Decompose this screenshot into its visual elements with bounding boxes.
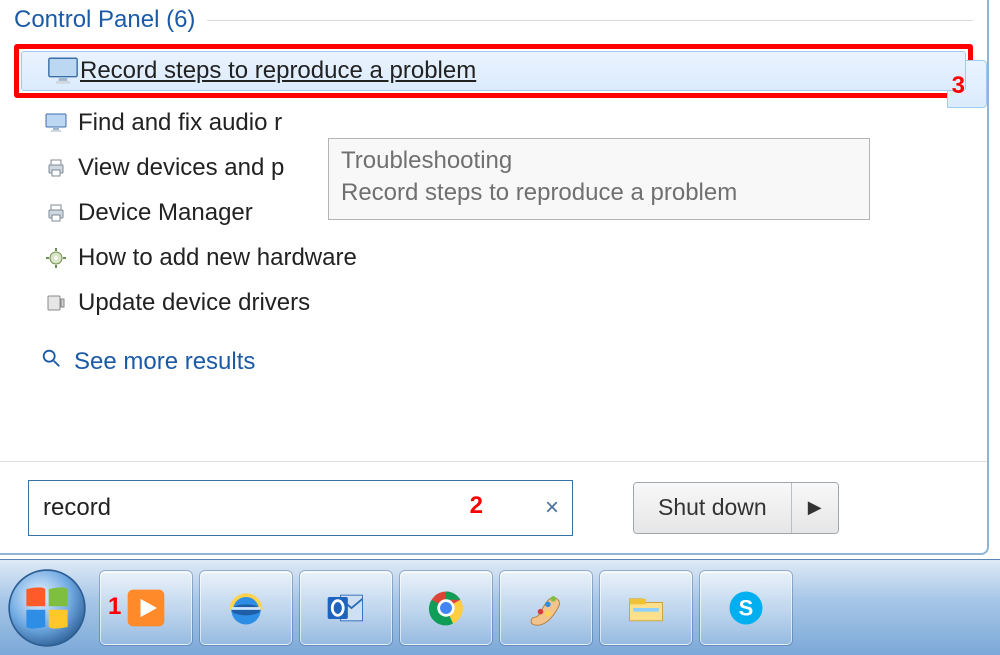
result-label: Find and fix audio r — [78, 109, 282, 137]
start-button[interactable] — [4, 565, 90, 651]
taskbar-skype[interactable]: S — [700, 571, 792, 645]
results-group-title: Control Panel (6) — [14, 6, 195, 34]
search-input[interactable] — [28, 480, 573, 536]
taskbar: 1 S — [0, 559, 1000, 655]
result-label: Record steps to reproduce a problem — [80, 57, 476, 85]
taskbar-file-explorer[interactable] — [600, 571, 692, 645]
tooltip-line1: Troubleshooting — [341, 145, 857, 177]
taskbar-paint[interactable] — [500, 571, 592, 645]
result-label: Update device drivers — [78, 289, 310, 317]
start-menu-search-panel: Control Panel (6) Record steps to reprod… — [0, 0, 989, 555]
printer-icon — [44, 156, 78, 180]
gear-icon — [44, 246, 78, 270]
taskbar-internet-explorer[interactable] — [200, 571, 292, 645]
monitor-icon — [46, 54, 80, 88]
header-rule — [207, 20, 973, 21]
result-label: View devices and p — [78, 154, 284, 182]
shutdown-split-button[interactable]: Shut down ▶ — [633, 482, 839, 534]
see-more-results[interactable]: See more results — [0, 331, 987, 386]
start-menu-bottom-row: 2 × Shut down ▶ — [0, 461, 987, 553]
result-tooltip: Troubleshooting Record steps to reproduc… — [328, 138, 870, 220]
annotation-2: 2 — [470, 492, 483, 520]
search-box[interactable]: 2 × — [28, 480, 573, 536]
result-label: Device Manager — [78, 199, 253, 227]
search-icon — [40, 347, 62, 376]
annotation-3: 3 — [952, 72, 965, 100]
taskbar-chrome[interactable] — [400, 571, 492, 645]
printer-icon — [44, 201, 78, 225]
tooltip-line2: Record steps to reproduce a problem — [341, 177, 857, 209]
device-icon — [44, 291, 78, 315]
result-how-to-add-hardware[interactable]: How to add new hardware — [14, 235, 973, 280]
annotation-1: 1 — [108, 593, 121, 621]
svg-text:S: S — [739, 595, 754, 620]
result-label: How to add new hardware — [78, 244, 357, 272]
clear-search-icon[interactable]: × — [545, 494, 559, 522]
results-group-header: Control Panel (6) — [0, 0, 987, 38]
taskbar-outlook[interactable] — [300, 571, 392, 645]
monitor-icon — [44, 111, 78, 135]
shutdown-button[interactable]: Shut down — [634, 483, 792, 533]
result-update-drivers[interactable]: Update device drivers — [14, 280, 973, 325]
see-more-label: See more results — [74, 348, 255, 376]
annotation-3-highlight: Record steps to reproduce a problem — [14, 44, 973, 98]
shutdown-options-arrow[interactable]: ▶ — [792, 483, 838, 533]
result-record-steps[interactable]: Record steps to reproduce a problem — [21, 51, 966, 91]
